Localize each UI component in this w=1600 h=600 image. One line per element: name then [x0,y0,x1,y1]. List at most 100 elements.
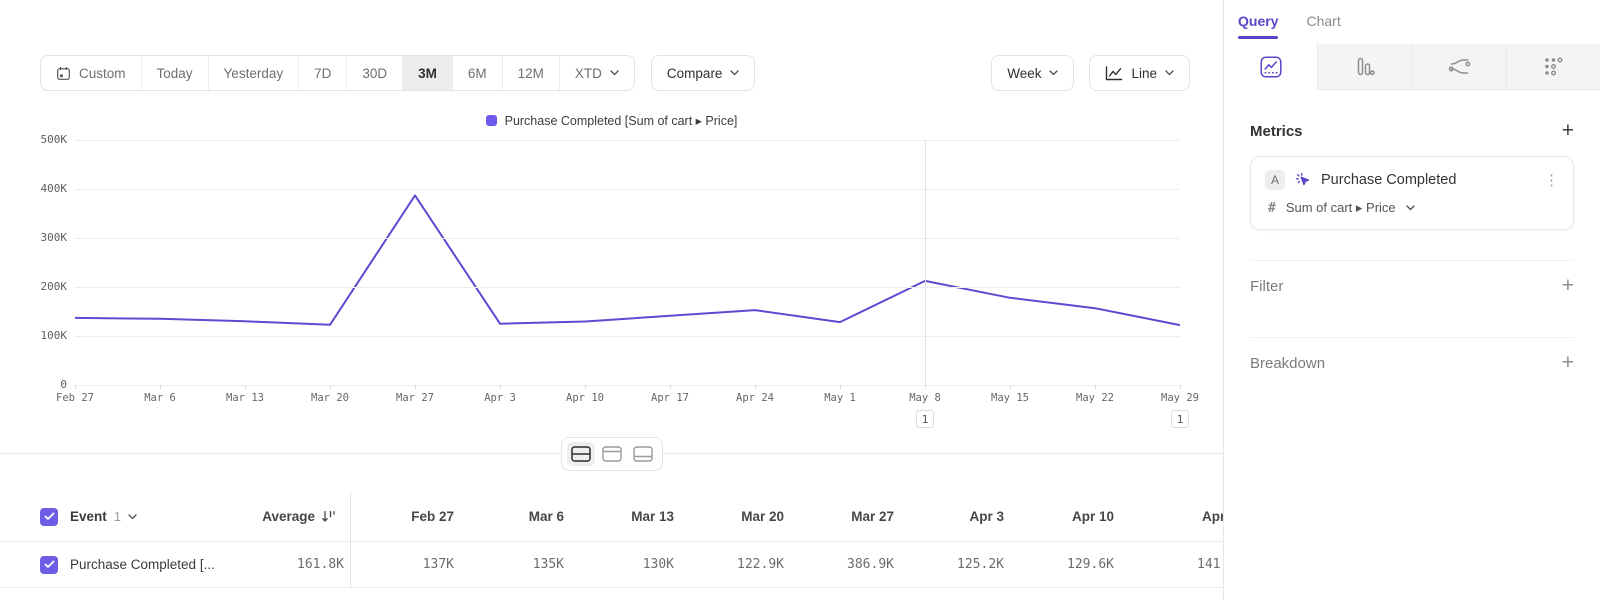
date-column-header[interactable]: Mar 27 [790,509,900,524]
tab-chart[interactable]: Chart [1306,13,1340,44]
event-header-label: Event [70,509,107,524]
date-column-header[interactable]: Apr 17 [1120,509,1223,524]
query-builder: Metrics + A Purchase Completed ⋮ # Sum o… [1224,122,1600,372]
metric-card[interactable]: A Purchase Completed ⋮ # Sum of cart ▸ P… [1250,156,1574,230]
table-cell-value: 130K [570,557,680,572]
annotation-badge[interactable]: 1 [1171,410,1189,428]
table-cell-value: 135K [460,557,570,572]
annotation-badge[interactable]: 1 [916,410,934,428]
event-count: 1 [114,509,121,524]
series-line[interactable] [75,195,1180,325]
chart-legend[interactable]: Purchase Completed [Sum of cart ▸ Price] [0,113,1223,128]
average-column-header[interactable]: Average [250,509,350,524]
add-breakdown-button[interactable]: + [1562,354,1574,372]
add-metric-button[interactable]: + [1562,122,1574,140]
date-column-header[interactable]: Feb 27 [350,509,460,524]
date-column-header[interactable]: Mar 13 [570,509,680,524]
date-range-label: XTD [575,66,602,81]
gridline [75,385,1180,386]
sort-descending-icon[interactable] [321,510,336,523]
row-checkbox[interactable] [40,508,58,526]
granularity-label: Week [1007,66,1041,81]
date-range-label: 30D [362,66,387,81]
toggle-table-only[interactable] [629,442,657,466]
row-event-name: Purchase Completed [... [70,557,250,572]
tab-flows[interactable] [1412,44,1506,90]
table-cell-value: 141.2K [1120,557,1223,572]
flows-icon [1448,57,1471,76]
granularity-button[interactable]: Week [991,55,1074,91]
report-type-tabs [1224,44,1600,90]
gridline [75,336,1180,337]
chevron-down-icon [128,514,137,520]
metric-aggregation-selector[interactable]: # Sum of cart ▸ Price [1265,200,1559,216]
tab-query-label: Query [1238,13,1278,29]
table-cell-value: 129.6K [1010,557,1120,572]
row-average-value: 161.8K [250,557,350,572]
date-range-12m[interactable]: 12M [503,56,560,90]
filter-section-title: Filter [1250,278,1283,295]
line-chart-icon [1105,66,1123,81]
compare-button[interactable]: Compare [651,55,756,91]
chart-line-svg [75,140,1180,385]
line-chart: 0100K200K300K400K500KFeb 27Mar 6Mar 13Ma… [75,140,1180,385]
legend-swatch [486,115,497,126]
report-toolbar: CustomToday Yesterday 7D 30D 3M 6M 12M XTD Comp… [40,55,1190,91]
average-header-label: Average [262,509,315,524]
x-axis-label: Feb 27 [56,392,94,404]
tab-query[interactable]: Query [1238,13,1278,44]
table-column-divider [350,492,351,588]
date-range-7d[interactable]: 7D [299,56,347,90]
date-range-xtd[interactable]: XTD [560,56,634,90]
x-axis-label: May 29 [1161,392,1199,404]
date-range-custom[interactable]: Custom [41,56,142,90]
calendar-icon [56,66,71,81]
date-range-3m[interactable]: 3M [403,56,453,90]
axis-tick [1180,385,1181,389]
metric-event-name[interactable]: Purchase Completed [1321,172,1534,188]
tab-retention[interactable] [1506,44,1600,90]
date-range-today[interactable]: Today [142,56,209,90]
tab-funnels[interactable] [1317,44,1411,90]
date-range-30d[interactable]: 30D [347,56,403,90]
tab-insights[interactable] [1224,44,1317,90]
event-click-icon [1295,172,1311,188]
legend-label: Purchase Completed [Sum of cart ▸ Price] [505,113,738,128]
x-axis-label: Mar 6 [144,392,176,404]
date-column-header[interactable]: Mar 6 [460,509,570,524]
date-range-label: 7D [314,66,331,81]
metric-menu-icon[interactable]: ⋮ [1544,171,1559,189]
x-axis-label: Mar 13 [226,392,264,404]
date-range-label: 12M [518,66,544,81]
y-axis-label: 400K [7,183,67,195]
axis-tick [925,385,926,389]
date-range-6m[interactable]: 6M [453,56,503,90]
toggle-chart-and-table[interactable] [567,442,595,466]
event-column-header[interactable]: Event 1 [70,509,250,524]
gridline [75,189,1180,190]
x-axis-label: May 8 [909,392,941,404]
add-filter-button[interactable]: + [1562,277,1574,295]
date-range-label: 6M [468,66,487,81]
axis-tick [75,385,76,389]
toggle-chart-only[interactable] [598,442,626,466]
table-data-row[interactable]: Purchase Completed [... 161.8K 137K135K1… [0,542,1223,588]
date-range-label: Yesterday [224,66,284,81]
y-axis-label: 200K [7,281,67,293]
axis-tick [840,385,841,389]
date-range-yesterday[interactable]: Yesterday [209,56,300,90]
retention-icon [1543,56,1564,77]
y-axis-label: 0 [7,379,67,391]
tab-active-underline [1238,36,1278,39]
row-checkbox[interactable] [40,556,58,574]
date-column-header[interactable]: Apr 3 [900,509,1010,524]
chevron-down-icon [1406,205,1415,211]
chart-type-button[interactable]: Line [1089,55,1190,91]
axis-tick [500,385,501,389]
query-sidebar: Query Chart Metrics + A Purcha [1223,0,1600,600]
date-column-header[interactable]: Apr 10 [1010,509,1120,524]
date-column-header[interactable]: Mar 20 [680,509,790,524]
check-icon [44,512,55,521]
axis-tick [585,385,586,389]
tab-chart-label: Chart [1306,13,1340,29]
